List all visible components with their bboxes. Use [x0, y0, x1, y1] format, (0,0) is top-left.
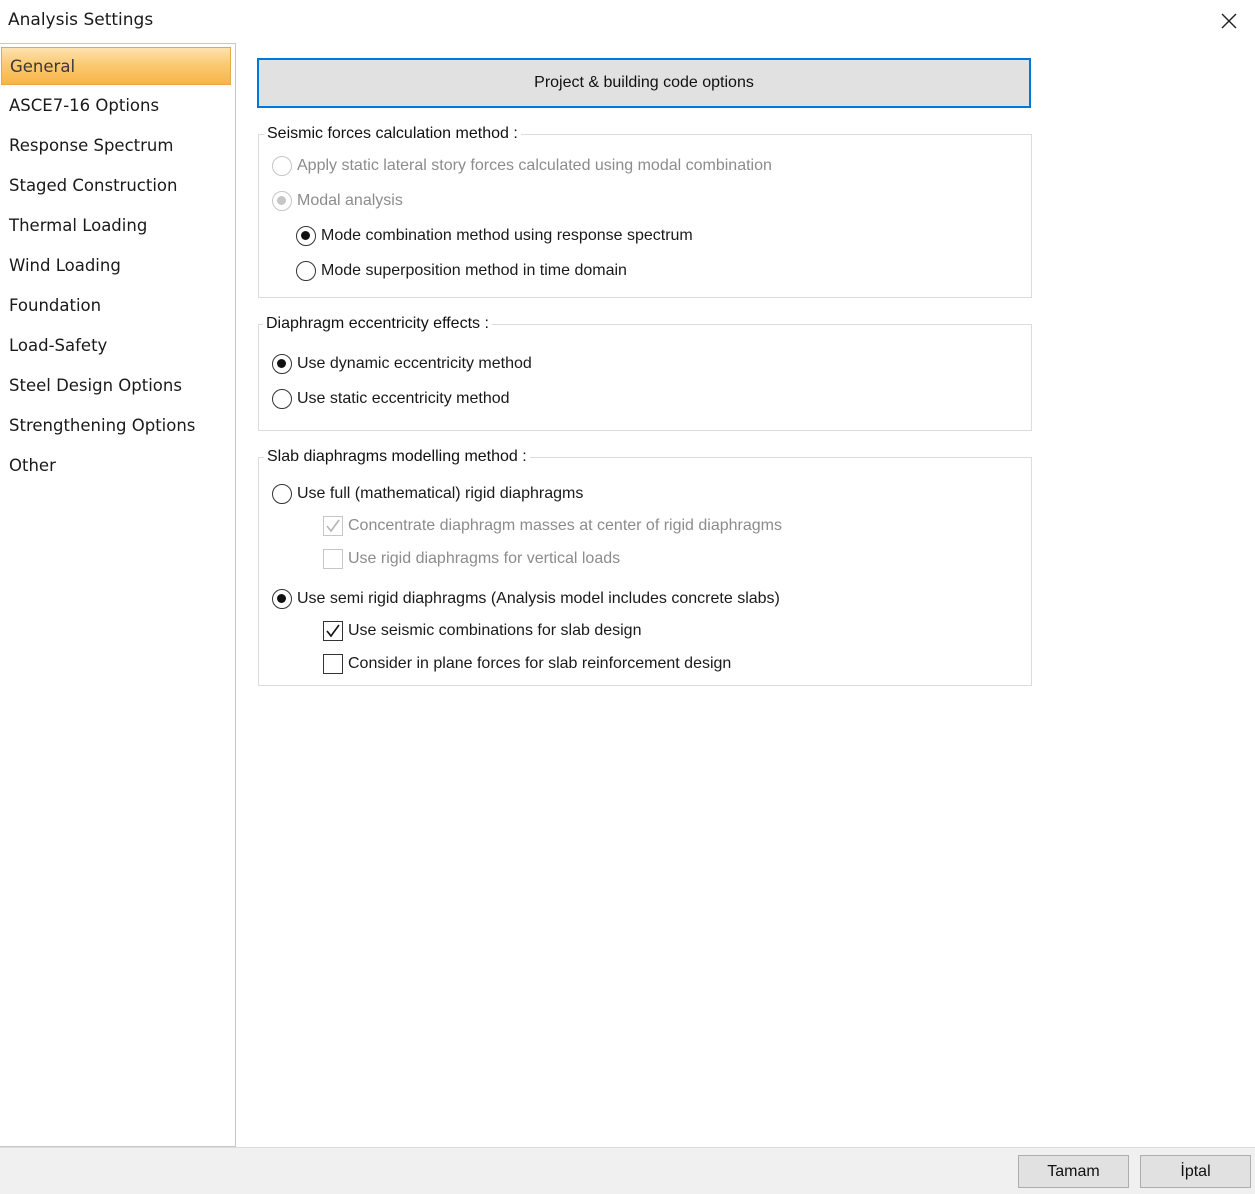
sidebar-item-general[interactable]: General: [1, 47, 231, 85]
modal-analysis-radio[interactable]: Modal analysis: [272, 191, 403, 211]
ok-button[interactable]: Tamam: [1018, 1155, 1129, 1188]
mode-superposition-label: Mode superposition method in time domain: [321, 262, 627, 279]
cancel-button[interactable]: İptal: [1140, 1155, 1251, 1188]
static-lateral-forces-radio[interactable]: Apply static lateral story forces calcul…: [272, 156, 772, 176]
sidebar-item-foundation[interactable]: Foundation: [1, 286, 231, 324]
dialog-footer: Tamam İptal: [0, 1147, 1255, 1194]
settings-panel: Project & building code options Seismic …: [236, 43, 1255, 1147]
title-bar: Analysis Settings: [0, 0, 1255, 42]
close-icon: [1221, 13, 1237, 29]
radio-checked-icon: [272, 589, 292, 609]
seismic-forces-group: Seismic forces calculation method : Appl…: [258, 125, 1032, 298]
slab-diaphragms-group-title: Slab diaphragms modelling method :: [264, 448, 530, 466]
sidebar-item-staged-construction[interactable]: Staged Construction: [1, 166, 231, 204]
concentrate-masses-label: Concentrate diaphragm masses at center o…: [348, 517, 782, 534]
checkbox-icon: [323, 549, 343, 569]
static-eccentricity-label: Use static eccentricity method: [297, 390, 510, 407]
sidebar-item-wind-loading[interactable]: Wind Loading: [1, 246, 231, 284]
vertical-loads-checkbox[interactable]: Use rigid diaphragms for vertical loads: [323, 549, 620, 569]
vertical-loads-label: Use rigid diaphragms for vertical loads: [348, 550, 621, 567]
close-button[interactable]: [1211, 6, 1247, 36]
checkbox-checked-icon: [323, 516, 343, 536]
radio-icon: [272, 389, 292, 409]
mode-combination-radio[interactable]: Mode combination method using response s…: [296, 226, 693, 246]
sidebar-item-strengthening-options[interactable]: Strengthening Options: [1, 406, 231, 444]
radio-icon: [272, 484, 292, 504]
settings-sidebar: General ASCE7-16 Options Response Spectr…: [0, 43, 236, 1147]
sidebar-item-thermal-loading[interactable]: Thermal Loading: [1, 206, 231, 244]
diaphragm-eccentricity-group: Diaphragm eccentricity effects : Use dyn…: [258, 315, 1032, 431]
radio-checked-icon: [296, 226, 316, 246]
seismic-forces-group-title: Seismic forces calculation method :: [264, 125, 521, 143]
static-lateral-forces-label: Apply static lateral story forces calcul…: [297, 157, 772, 174]
radio-checked-icon: [272, 354, 292, 374]
radio-icon: [272, 156, 292, 176]
seismic-combinations-checkbox[interactable]: Use seismic combinations for slab design: [323, 621, 641, 641]
seismic-combinations-label: Use seismic combinations for slab design: [348, 622, 642, 639]
slab-diaphragms-group: Slab diaphragms modelling method : Use f…: [258, 448, 1032, 686]
rigid-diaphragms-label: Use full (mathematical) rigid diaphragms: [297, 485, 584, 502]
semi-rigid-diaphragms-radio[interactable]: Use semi rigid diaphragms (Analysis mode…: [272, 589, 780, 609]
mode-combination-label: Mode combination method using response s…: [321, 227, 693, 244]
checkbox-checked-icon: [323, 621, 343, 641]
in-plane-forces-label: Consider in plane forces for slab reinfo…: [348, 655, 732, 672]
sidebar-item-asce7-16-options[interactable]: ASCE7-16 Options: [1, 86, 231, 124]
sidebar-item-response-spectrum[interactable]: Response Spectrum: [1, 126, 231, 164]
rigid-diaphragms-radio[interactable]: Use full (mathematical) rigid diaphragms: [272, 484, 583, 504]
static-eccentricity-radio[interactable]: Use static eccentricity method: [272, 389, 510, 409]
sidebar-item-other[interactable]: Other: [1, 446, 231, 484]
dynamic-eccentricity-label: Use dynamic eccentricity method: [297, 355, 532, 372]
sidebar-item-load-safety[interactable]: Load-Safety: [1, 326, 231, 364]
dynamic-eccentricity-radio[interactable]: Use dynamic eccentricity method: [272, 354, 532, 374]
project-building-code-button[interactable]: Project & building code options: [257, 58, 1031, 108]
checkbox-icon: [323, 654, 343, 674]
window-title: Analysis Settings: [8, 10, 154, 30]
radio-icon: [296, 261, 316, 281]
mode-superposition-radio[interactable]: Mode superposition method in time domain: [296, 261, 627, 281]
semi-rigid-diaphragms-label: Use semi rigid diaphragms (Analysis mode…: [297, 590, 780, 607]
sidebar-item-steel-design-options[interactable]: Steel Design Options: [1, 366, 231, 404]
radio-checked-icon: [272, 191, 292, 211]
diaphragm-eccentricity-group-title: Diaphragm eccentricity effects :: [263, 315, 492, 333]
in-plane-forces-checkbox[interactable]: Consider in plane forces for slab reinfo…: [323, 654, 731, 674]
modal-analysis-label: Modal analysis: [297, 192, 403, 209]
concentrate-masses-checkbox[interactable]: Concentrate diaphragm masses at center o…: [323, 516, 782, 536]
